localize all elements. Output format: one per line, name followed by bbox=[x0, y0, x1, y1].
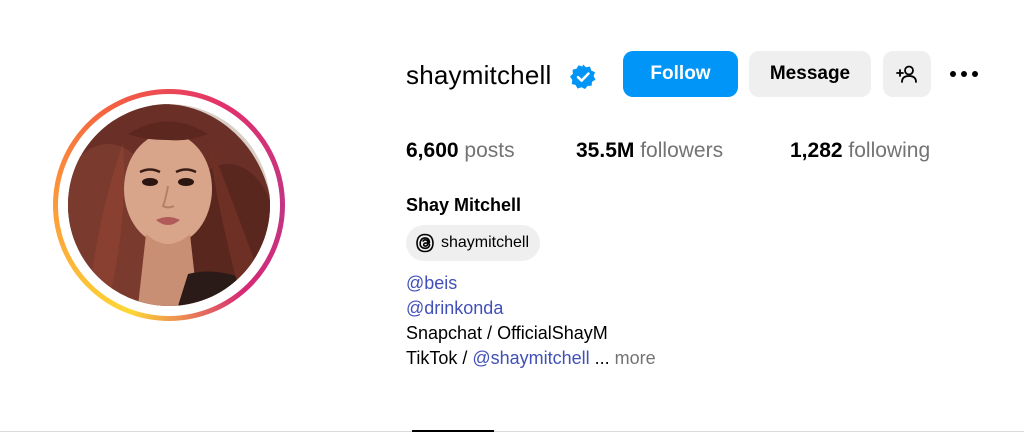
story-ring[interactable] bbox=[53, 89, 285, 321]
add-user-button[interactable] bbox=[883, 51, 931, 97]
section-divider bbox=[0, 431, 1024, 432]
bio-tiktok-prefix: TikTok / bbox=[406, 348, 473, 368]
profile-photo bbox=[68, 104, 270, 306]
following-count: 1,282 bbox=[790, 139, 843, 162]
bio-more-button[interactable]: more bbox=[615, 348, 656, 368]
followers-count: 35.5M bbox=[576, 139, 635, 162]
bio-link-beis[interactable]: @beis bbox=[406, 273, 457, 293]
posts-stat: 6,600 posts bbox=[406, 137, 515, 165]
bio-snapchat-text: Snapchat / OfficialShayM bbox=[406, 323, 608, 343]
followers-stat[interactable]: 35.5M followers bbox=[576, 137, 723, 165]
bio: @beis @drinkonda Snapchat / OfficialShay… bbox=[406, 271, 656, 371]
bio-link-drinkonda[interactable]: @drinkonda bbox=[406, 298, 503, 318]
following-label: following bbox=[848, 139, 931, 162]
threads-icon bbox=[416, 233, 434, 253]
profile-username: shaymitchell bbox=[406, 60, 552, 90]
threads-handle: shaymitchell bbox=[441, 234, 530, 251]
bio-ellipsis: ... bbox=[589, 348, 615, 368]
more-options-button[interactable] bbox=[944, 58, 984, 90]
follow-button[interactable]: Follow bbox=[623, 51, 738, 97]
verified-badge-icon bbox=[570, 64, 596, 89]
message-button[interactable]: Message bbox=[749, 51, 871, 97]
posts-label: posts bbox=[464, 139, 515, 162]
followers-label: followers bbox=[640, 139, 724, 162]
following-stat[interactable]: 1,282 following bbox=[790, 137, 930, 165]
avatar-border bbox=[58, 94, 280, 316]
avatar[interactable] bbox=[68, 104, 270, 306]
active-tab-indicator bbox=[412, 430, 494, 432]
profile-full-name: Shay Mitchell bbox=[406, 195, 522, 215]
person-add-icon bbox=[896, 65, 917, 83]
ellipsis-icon bbox=[950, 71, 978, 77]
posts-count: 6,600 bbox=[406, 139, 459, 162]
threads-link[interactable]: shaymitchell bbox=[406, 225, 541, 261]
bio-link-tiktok[interactable]: @shaymitchell bbox=[472, 348, 589, 368]
